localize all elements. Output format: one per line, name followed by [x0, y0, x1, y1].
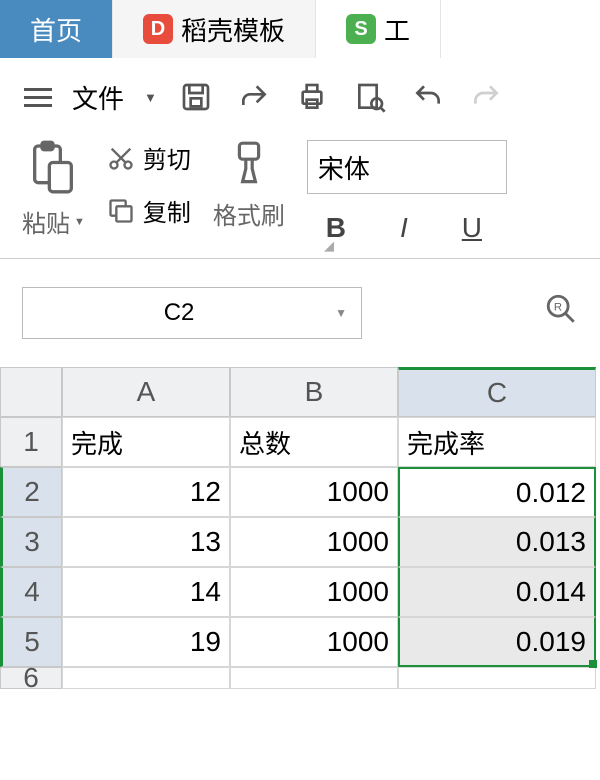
cell-b6[interactable] [230, 667, 398, 689]
row-header-4[interactable]: 4 [0, 567, 62, 617]
tab-workspace-label: 工 [384, 11, 410, 48]
row-header-1[interactable]: 1 [0, 417, 62, 467]
tab-template[interactable]: D 稻壳模板 [113, 0, 316, 58]
cell-b2[interactable]: 1000 [230, 467, 398, 517]
tab-home-label: 首页 [30, 11, 82, 48]
row-header-6[interactable]: 6 [0, 667, 62, 689]
name-box-value: C2 [23, 299, 335, 327]
underline-button[interactable]: U [457, 212, 487, 244]
row-header-2[interactable]: 2 [0, 467, 62, 517]
chevron-down-icon[interactable]: ▼ [144, 90, 157, 105]
cut-button[interactable]: 剪切 [107, 140, 191, 175]
share-button[interactable] [235, 78, 273, 116]
row-6: 6 [0, 667, 600, 689]
file-menu-row: 文件 ▼ [0, 58, 600, 130]
format-painter-label: 格式刷 [213, 196, 285, 231]
copy-label: 复制 [143, 193, 191, 228]
cell-c5[interactable]: 0.019 [398, 617, 596, 667]
copy-button[interactable]: 复制 [107, 193, 191, 228]
format-painter-button[interactable]: 格式刷 [213, 140, 285, 244]
cell-a1[interactable]: 完成 [62, 417, 230, 467]
print-button[interactable] [293, 78, 331, 116]
ribbon-home: 粘贴 ▼ 剪切 复制 格式刷 B I U ◢ [0, 130, 600, 259]
cell-b5[interactable]: 1000 [230, 617, 398, 667]
cell-c6[interactable] [398, 667, 596, 689]
tab-home[interactable]: 首页 [0, 0, 113, 58]
redo-button[interactable] [467, 78, 505, 116]
row-2: 2 12 1000 0.012 [0, 467, 600, 517]
cell-c2[interactable]: 0.012 [398, 467, 596, 517]
col-header-b[interactable]: B [230, 367, 398, 417]
cell-c1[interactable]: 完成率 [398, 417, 596, 467]
row-3: 3 13 1000 0.013 [0, 517, 600, 567]
undo-button[interactable] [409, 78, 447, 116]
cut-copy-group: 剪切 复制 [107, 140, 191, 244]
row-header-5[interactable]: 5 [0, 617, 62, 667]
print-preview-button[interactable] [351, 78, 389, 116]
row-4: 4 14 1000 0.014 [0, 567, 600, 617]
tab-workspace[interactable]: S 工 [316, 0, 441, 58]
svg-text:R: R [554, 301, 562, 313]
cell-b3[interactable]: 1000 [230, 517, 398, 567]
cell-a3[interactable]: 13 [62, 517, 230, 567]
col-header-a[interactable]: A [62, 367, 230, 417]
column-header-row: A B C [0, 367, 600, 417]
file-menu-label[interactable]: 文件 [72, 79, 124, 116]
chevron-down-icon[interactable]: ▼ [335, 306, 347, 320]
italic-button[interactable]: I [389, 212, 419, 244]
spreadsheet-grid[interactable]: A B C 1 完成 总数 完成率 2 12 1000 0.012 3 13 1… [0, 367, 600, 689]
docer-icon: D [143, 14, 173, 44]
cell-c4[interactable]: 0.014 [398, 567, 596, 617]
col-header-c[interactable]: C [398, 367, 596, 417]
search-icon[interactable]: R [544, 292, 578, 335]
font-name-input[interactable] [307, 140, 507, 194]
tab-bar: 首页 D 稻壳模板 S 工 [0, 0, 600, 58]
dialog-launcher-icon[interactable]: ◢ [324, 238, 334, 254]
cut-label: 剪切 [143, 140, 191, 175]
chevron-down-icon: ▼ [74, 216, 85, 228]
name-box[interactable]: C2 ▼ [22, 287, 362, 339]
cell-b1[interactable]: 总数 [230, 417, 398, 467]
cell-c3[interactable]: 0.013 [398, 517, 596, 567]
paste-button[interactable]: 粘贴 ▼ [22, 140, 85, 244]
cell-a2[interactable]: 12 [62, 467, 230, 517]
font-group: B I U [307, 140, 578, 244]
row-header-3[interactable]: 3 [0, 517, 62, 567]
tab-template-label: 稻壳模板 [181, 11, 285, 48]
select-all-corner[interactable] [0, 367, 62, 417]
cell-a5[interactable]: 19 [62, 617, 230, 667]
cell-a6[interactable] [62, 667, 230, 689]
namebox-row: C2 ▼ R [0, 259, 600, 345]
hamburger-icon[interactable] [24, 88, 52, 107]
row-5: 5 19 1000 0.019 [0, 617, 600, 667]
sheet-icon: S [346, 14, 376, 44]
row-1: 1 完成 总数 完成率 [0, 417, 600, 467]
cell-a4[interactable]: 14 [62, 567, 230, 617]
paste-label: 粘贴 [22, 204, 70, 239]
cell-b4[interactable]: 1000 [230, 567, 398, 617]
save-button[interactable] [177, 78, 215, 116]
